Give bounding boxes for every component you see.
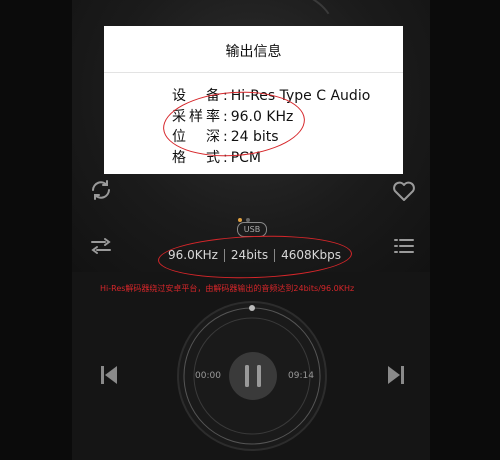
playlist-icon[interactable] (392, 236, 416, 260)
heart-icon[interactable] (392, 180, 416, 206)
usb-badge: USB (237, 222, 267, 237)
pause-icon (229, 352, 277, 400)
next-icon[interactable] (386, 364, 406, 390)
pause-button[interactable] (228, 351, 278, 405)
previous-icon[interactable] (99, 364, 119, 390)
equalizer-icon[interactable] (89, 236, 113, 260)
dialog-title: 输出信息 (225, 44, 282, 60)
elapsed-time: 00:00 (195, 371, 221, 381)
screenshot-stage: 输出信息 设备: Hi-Res Type C Audio 采样率:96.0 KHz… (0, 0, 500, 460)
duration-time: 09:14 (288, 371, 314, 381)
dialog-divider (104, 72, 403, 73)
annotation-note: Hi-Res解码器绕过安卓平台，由解码器输出的音频达到24bits/96.0KH… (100, 284, 355, 293)
repeat-icon[interactable] (89, 179, 113, 205)
